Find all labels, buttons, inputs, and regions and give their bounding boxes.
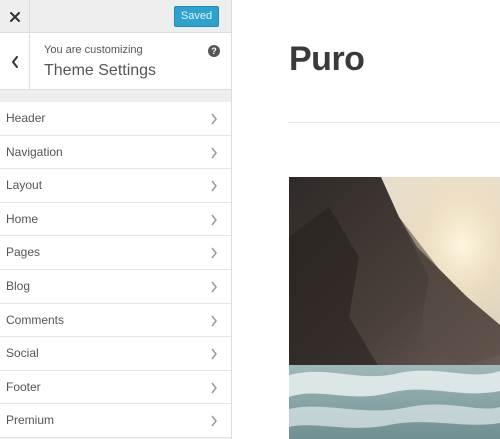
- customizer-header: Saved: [0, 0, 231, 33]
- section-label: Layout: [6, 178, 43, 193]
- chevron-right-icon: [211, 315, 217, 327]
- site-preview: Puro: [232, 0, 500, 439]
- customizer-sidebar: Saved You are customizing Theme Settings…: [0, 0, 232, 439]
- section-item-home[interactable]: Home: [0, 202, 231, 237]
- header-divider: [288, 122, 500, 123]
- saved-button[interactable]: Saved: [174, 6, 219, 27]
- section-item-navigation[interactable]: Navigation: [0, 135, 231, 170]
- customize-info-panel: You are customizing Theme Settings ?: [0, 33, 231, 90]
- chevron-right-icon: [211, 180, 217, 192]
- chevron-right-icon: [211, 147, 217, 159]
- theme-settings-title: Theme Settings: [44, 62, 157, 79]
- section-label: Social: [6, 346, 39, 361]
- chevron-right-icon: [211, 415, 217, 427]
- section-label: Home: [6, 211, 39, 226]
- section-item-layout[interactable]: Layout: [0, 169, 231, 203]
- panel-gap: [0, 90, 231, 102]
- section-item-footer[interactable]: Footer: [0, 370, 231, 405]
- close-icon: [9, 11, 20, 22]
- section-item-social[interactable]: Social: [0, 337, 231, 371]
- chevron-left-icon: [11, 55, 18, 68]
- section-item-blog[interactable]: Blog: [0, 269, 231, 304]
- section-label: Pages: [6, 245, 41, 260]
- chevron-right-icon: [211, 113, 217, 125]
- chevron-right-icon: [211, 382, 217, 394]
- section-label: Footer: [6, 379, 41, 394]
- close-button[interactable]: [0, 0, 30, 33]
- section-label: Premium: [6, 413, 55, 428]
- chevron-right-icon: [211, 281, 217, 293]
- chevron-right-icon: [211, 348, 217, 360]
- section-item-premium[interactable]: Premium: [0, 404, 231, 438]
- section-list: Header Navigation Layout Home Pages Blog…: [0, 102, 231, 438]
- section-label: Header: [6, 111, 46, 125]
- customizing-label: You are customizing: [44, 44, 143, 56]
- chevron-right-icon: [211, 214, 217, 226]
- featured-image[interactable]: [289, 177, 500, 439]
- chevron-right-icon: [211, 247, 217, 259]
- seascape-image: [289, 177, 500, 439]
- section-label: Blog: [6, 278, 31, 293]
- site-title[interactable]: Puro: [289, 40, 365, 79]
- section-item-header[interactable]: Header: [0, 102, 231, 136]
- section-item-comments[interactable]: Comments: [0, 303, 231, 338]
- section-item-pages[interactable]: Pages: [0, 236, 231, 270]
- section-label: Comments: [6, 312, 65, 327]
- back-button[interactable]: [0, 33, 30, 90]
- section-label: Navigation: [6, 144, 63, 159]
- help-icon[interactable]: ?: [208, 45, 220, 57]
